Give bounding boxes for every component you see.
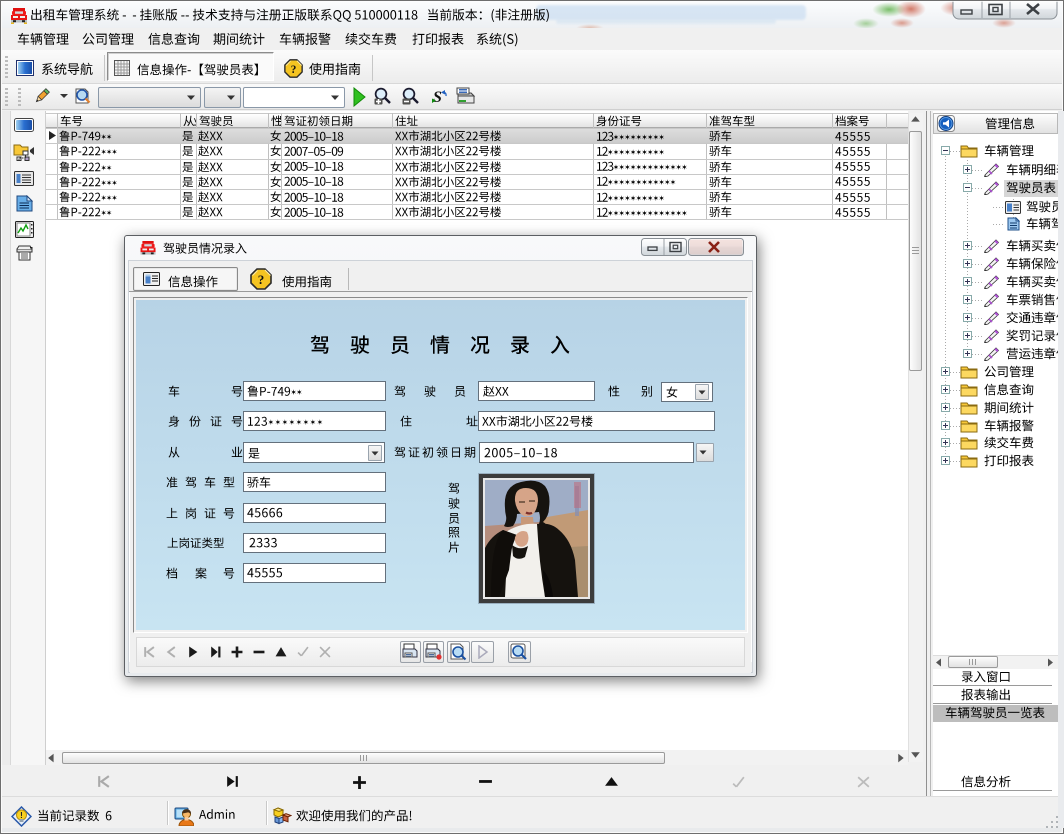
svg-text:?: ? bbox=[291, 64, 297, 76]
svg-text:S: S bbox=[433, 89, 442, 105]
svg-text:!: ! bbox=[20, 811, 23, 820]
svg-text:?: ? bbox=[258, 272, 265, 287]
